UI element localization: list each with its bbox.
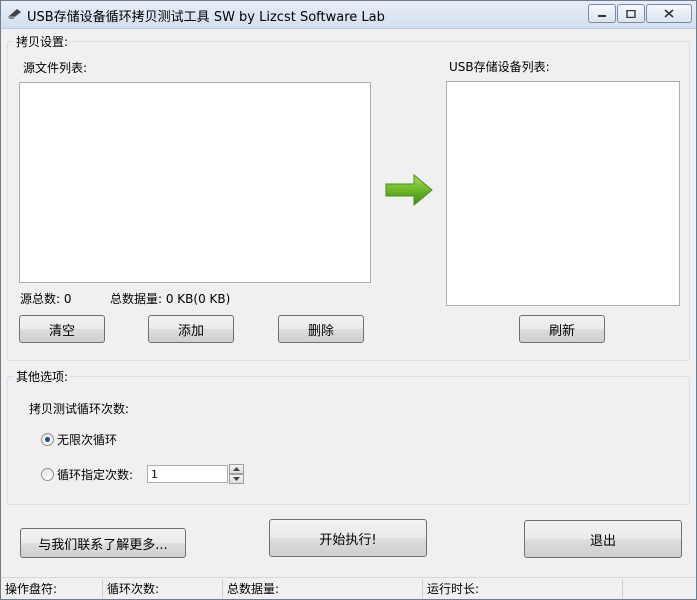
source-list-label: 源文件列表: <box>23 61 88 75</box>
other-options-legend: 其他选项: <box>14 368 71 385</box>
status-drive: 操作盘符: <box>1 580 103 599</box>
add-button[interactable]: 添加 <box>148 315 234 343</box>
spin-up-button[interactable] <box>229 464 244 474</box>
exit-button[interactable]: 退出 <box>524 520 682 558</box>
specified-count-radio[interactable] <box>41 468 54 481</box>
status-loops: 循环次数: <box>103 580 223 599</box>
copy-settings-legend: 拷贝设置: <box>14 33 71 50</box>
loop-count-label: 拷贝测试循环次数: <box>29 402 130 416</box>
window-controls <box>587 4 692 23</box>
chevron-up-icon <box>233 467 240 471</box>
usb-list-label: USB存储设备列表: <box>449 60 550 74</box>
infinite-loop-label[interactable]: 无限次循环 <box>57 431 117 448</box>
infinite-loop-radio[interactable] <box>41 433 54 446</box>
total-data-size: 总数据量: 0 KB(0 KB) <box>110 292 231 306</box>
arrow-right-icon <box>385 173 433 207</box>
loop-count-spinner <box>229 464 244 484</box>
start-button[interactable]: 开始执行! <box>269 519 427 557</box>
main-window: USB存储设备循环拷贝测试工具 SW by Lizcst Software La… <box>0 0 697 600</box>
contact-us-button[interactable]: 与我们联系了解更多... <box>20 528 186 558</box>
status-extra <box>623 580 696 599</box>
status-runtime: 运行时长: <box>423 580 623 599</box>
window-title: USB存储设备循环拷贝测试工具 SW by Lizcst Software La… <box>27 10 385 25</box>
specified-count-label[interactable]: 循环指定次数: <box>57 466 133 483</box>
maximize-button[interactable] <box>617 4 645 23</box>
minimize-button[interactable] <box>588 4 616 23</box>
loop-count-input[interactable] <box>147 465 228 483</box>
minimize-icon <box>598 14 606 17</box>
close-icon <box>664 9 674 18</box>
chevron-down-icon <box>233 477 240 481</box>
close-button[interactable] <box>646 4 692 23</box>
app-icon <box>8 9 21 19</box>
maximize-icon <box>626 9 636 18</box>
status-total: 总数据量: <box>223 580 423 599</box>
source-file-list[interactable] <box>19 82 371 283</box>
source-count: 源总数: 0 <box>20 292 72 306</box>
delete-button[interactable]: 删除 <box>278 315 364 343</box>
spin-down-button[interactable] <box>229 474 244 484</box>
status-bar: 操作盘符: 循环次数: 总数据量: 运行时长: <box>1 577 696 599</box>
clear-button[interactable]: 清空 <box>19 315 105 343</box>
title-bar[interactable]: USB存储设备循环拷贝测试工具 SW by Lizcst Software La… <box>1 1 696 29</box>
refresh-button[interactable]: 刷新 <box>519 315 605 343</box>
usb-device-list[interactable] <box>446 81 680 306</box>
